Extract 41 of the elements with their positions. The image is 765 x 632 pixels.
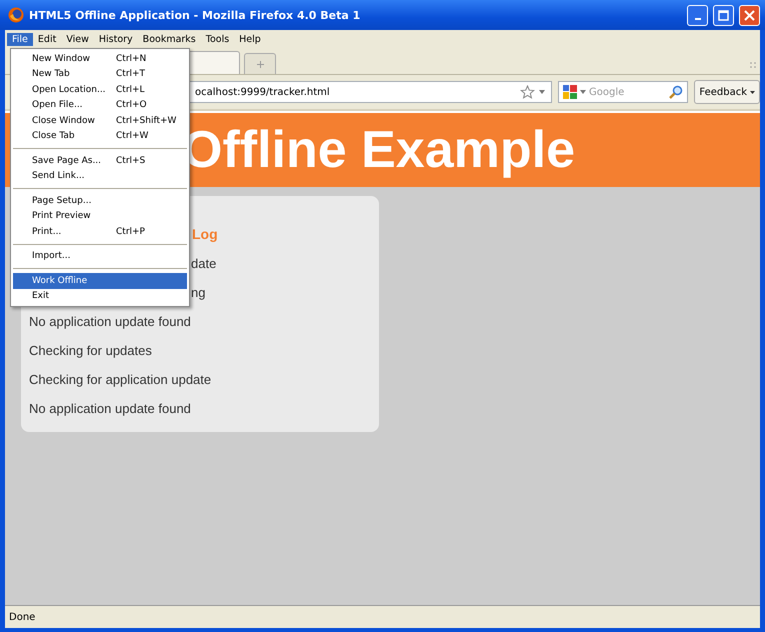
menu-item[interactable]: Bookmarks	[138, 32, 201, 46]
menu-entry[interactable]: Work Offline	[13, 273, 187, 288]
menu-entry[interactable]: Import...	[13, 248, 187, 264]
feedback-button[interactable]: Feedback	[694, 80, 760, 104]
window-title: HTML5 Offline Application - Mozilla Firefox 4.0 Beta 1	[29, 8, 362, 22]
dropdown-arrow-icon[interactable]	[580, 90, 586, 94]
menu-entry[interactable]: New Window Ctrl+N	[13, 51, 187, 66]
menu-entry[interactable]: Print Preview	[13, 208, 187, 224]
status-text: Done	[5, 605, 760, 628]
minimize-button[interactable]	[687, 4, 708, 26]
maximize-icon	[718, 10, 729, 20]
close-button[interactable]	[739, 4, 760, 26]
star-icon[interactable]	[520, 85, 535, 99]
maximize-button[interactable]	[713, 4, 734, 26]
menu-item[interactable]: View	[61, 32, 94, 46]
menu-item[interactable]: History	[94, 32, 138, 46]
log-entry: date	[191, 256, 216, 271]
log-title: Log	[192, 226, 219, 242]
log-entry: Checking for application update	[29, 372, 212, 387]
menu-item[interactable]: Edit	[32, 32, 62, 46]
dropdown-arrow-icon[interactable]	[539, 90, 545, 94]
browser-logo-icon	[8, 7, 24, 23]
menu-item[interactable]: Tools	[200, 32, 234, 46]
plus-icon	[256, 60, 264, 68]
grip-icon	[750, 62, 756, 68]
minimize-icon	[694, 18, 700, 20]
log-entry: Checking for updates	[29, 343, 153, 358]
menu-entry[interactable]: New Tab Ctrl+T	[13, 66, 187, 82]
menu-entry[interactable]: Page Setup...	[13, 193, 187, 208]
menu-item[interactable]: Help	[234, 32, 266, 46]
menu-entry[interactable]: Open Location... Ctrl+L	[13, 82, 187, 98]
log-entry: ng	[191, 285, 206, 300]
close-icon	[744, 10, 755, 20]
search-engine-icon[interactable]	[563, 85, 577, 99]
log-entry: No application update found	[29, 314, 192, 329]
search-icon[interactable]	[669, 85, 684, 99]
log-entry: No application update found	[29, 401, 192, 416]
menu-entry[interactable]: Print... Ctrl+P	[13, 224, 187, 240]
menu-item[interactable]: File	[7, 32, 33, 46]
caret-icon	[750, 90, 755, 94]
menu-entry[interactable]: Exit	[13, 288, 187, 304]
